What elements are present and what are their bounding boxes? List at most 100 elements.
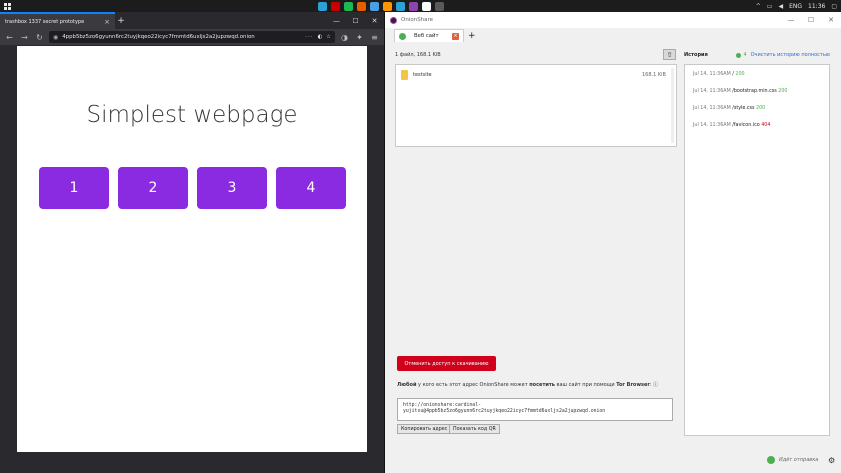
list-item: Jul 14, 11:36AM / 200 [693,72,745,77]
history-status: 404 [761,123,771,128]
history-path: / [732,72,734,77]
history-status: 200 [735,72,745,77]
status-text: Идёт отправка [779,457,819,463]
url-text: 4ppb5bz5zo6gyunn6rc2tuyjkqeo22icyc7fmmtd… [62,34,255,40]
add-files-button[interactable]: ⇧ [663,49,676,60]
page-title: Simplest webpage [86,102,298,128]
url-bar[interactable]: ◉ 4ppb5bz5zo6gyunn6rc2tuyjkqeo22icyc7fmm… [49,31,335,43]
history-time: Jul 14, 11:36AM [693,123,731,128]
forward-icon[interactable]: → [19,32,30,43]
show-qr-button[interactable]: Показать код QR [449,424,500,434]
history-path: /favicon.ico [732,123,760,128]
share-text-bold-visit: посетить [529,382,555,388]
tab-website[interactable]: Веб сайт × [394,29,464,42]
system-tray: ^ ▭ ◀ ENG 11:36 ▢ [756,0,837,12]
file-list: testsite 168.1 KiB [395,64,677,147]
file-name: testsite [413,72,432,78]
more-icon[interactable]: ··· [305,34,313,40]
taskbar-app-icon-5[interactable] [370,1,379,11]
files-summary: 1 файл, 168.1 KiB [395,52,441,58]
taskbar-app-icon-4[interactable] [357,1,366,11]
stop-sharing-button[interactable]: Отменить доступ к скачиванию [397,356,496,371]
status-dot-icon [767,456,775,464]
clear-history-link[interactable]: Очистить историю полностью [751,52,830,58]
clock[interactable]: 11:36 [808,3,825,10]
copy-address-button[interactable]: Копировать адрес [397,424,452,434]
taskbar-app-icon-9[interactable] [422,1,431,11]
history-time: Jul 14, 11:36AM [693,89,731,94]
browser-tab[interactable]: trashbox 1337 secret prototype × [0,12,115,29]
menu-icon[interactable]: ≡ [369,32,380,43]
onionshare-titlebar: OnionShare — ☐ ✕ [385,12,841,28]
history-title: История [684,52,708,58]
address-line-2: yujitsu@4ppb5bz5zo6gyunn6rc2tuyjkqeo22ic… [403,409,606,414]
taskbar-app-icon-2[interactable] [331,1,340,11]
history-header: История 4 Очистить историю полностью [684,52,830,58]
close-icon[interactable]: × [452,32,459,40]
history-path: /style.css [732,106,755,111]
onionshare-tabs: Веб сайт × + [385,28,841,43]
share-text-part: у кого есть этот адрес OnionShare может [416,382,530,388]
extension-icon[interactable]: ✦ [354,32,365,43]
maximize-icon[interactable]: ☐ [801,12,821,28]
list-item[interactable]: testsite 168.1 KiB [401,70,666,80]
tile-3[interactable]: 3 [197,167,267,209]
onion-icon[interactable]: ◉ [53,34,58,41]
gear-icon[interactable]: ⚙ [828,456,835,465]
notifications-icon[interactable]: ▢ [831,3,837,10]
onionshare-window-controls: — ☐ ✕ [781,12,841,28]
page-viewport: Simplest webpage 1 2 3 4 [17,46,367,452]
back-icon[interactable]: ← [4,32,15,43]
language-indicator[interactable]: ENG [789,3,802,10]
share-text-part: ваш сайт при помощи [554,382,617,388]
taskbar-app-icon-10[interactable] [435,1,444,11]
taskbar-app-icon-3[interactable] [344,1,353,11]
close-icon[interactable]: ✕ [365,12,384,29]
bookmark-star-icon[interactable]: ☆ [326,34,331,40]
minimize-icon[interactable]: — [327,12,346,29]
tile-2[interactable]: 2 [118,167,188,209]
onionshare-window: OnionShare — ☐ ✕ Веб сайт × + 1 файл, 16… [384,12,841,473]
taskbar-app-icon-8[interactable] [409,1,418,11]
onion-address-field[interactable]: http://onionshare:cardinal- yujitsu@4ppb… [397,398,673,421]
close-icon[interactable]: × [104,18,110,26]
onionshare-content: 1 файл, 168.1 KiB ⇧ testsite 168.1 KiB О… [385,43,841,473]
info-icon[interactable]: : ⓘ [650,382,658,388]
new-tab-button[interactable]: + [115,12,127,29]
history-path: /bootstrap.min.css [732,89,777,94]
history-count: 4 [743,52,747,58]
history-status: 200 [778,89,788,94]
file-list-scrollbar[interactable] [671,68,674,143]
folder-icon [401,70,408,80]
maximize-icon[interactable]: ☐ [346,12,365,29]
status-dot-icon [399,32,406,40]
start-button[interactable] [0,0,14,12]
chevron-up-icon[interactable]: ^ [756,3,761,10]
reload-icon[interactable]: ↻ [34,32,45,43]
new-tab-button[interactable]: + [468,31,476,41]
server-status: Идёт отправка [767,456,818,464]
network-icon[interactable]: ▭ [767,3,773,10]
tile-4[interactable]: 4 [276,167,346,209]
share-instructions: Любой у кого есть этот адрес OnionShare … [397,381,658,388]
volume-icon[interactable]: ◀ [778,3,783,10]
security-icon[interactable]: ◑ [339,32,350,43]
tile-1[interactable]: 1 [39,167,109,209]
taskbar-app-icon-1[interactable] [318,1,327,11]
windows-taskbar: ^ ▭ ◀ ENG 11:36 ▢ [0,0,841,12]
share-text-bold-anyone: Любой [397,382,417,388]
history-list: Jul 14, 11:36AM / 200 Jul 14, 11:36AM /b… [684,64,830,436]
window-title: OnionShare [401,17,434,23]
taskbar-app-icon-7[interactable] [396,1,405,11]
browser-window: trashbox 1337 secret prototype × + — ☐ ✕… [0,12,384,473]
history-time: Jul 14, 11:36AM [693,106,731,111]
browser-tab-title: trashbox 1337 secret prototype [5,18,85,25]
shield-icon[interactable]: ◐ [317,34,322,40]
taskbar-apps [318,0,444,12]
minimize-icon[interactable]: — [781,12,801,28]
list-item: Jul 14, 11:36AM /style.css 200 [693,106,765,111]
close-icon[interactable]: ✕ [821,12,841,28]
list-item: Jul 14, 11:36AM /bootstrap.min.css 200 [693,89,787,94]
onionshare-logo-icon [390,16,397,24]
taskbar-app-icon-6[interactable] [383,1,392,11]
